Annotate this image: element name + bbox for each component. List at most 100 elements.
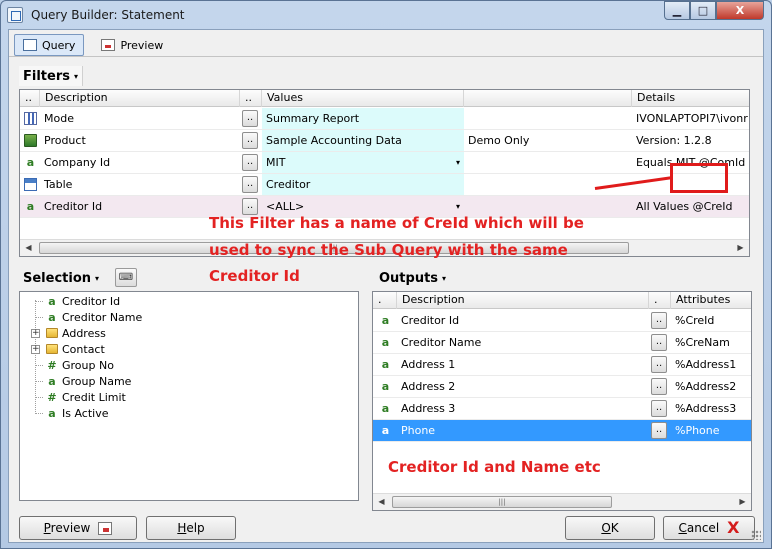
output-attribute: %CreId — [675, 314, 715, 327]
outputs-col-description[interactable]: Description — [397, 292, 649, 309]
text-field-icon: a — [48, 294, 56, 308]
number-field-icon: # — [47, 390, 57, 404]
output-row[interactable]: a Address 2 .. %Address2 — [373, 376, 751, 398]
output-description: Creditor Id — [401, 314, 460, 327]
output-ellipsis-button[interactable]: .. — [651, 422, 667, 439]
filter-ellipsis-button[interactable]: .. — [242, 132, 258, 149]
output-ellipsis-button[interactable]: .. — [651, 356, 667, 373]
help-button[interactable]: Help — [146, 516, 236, 540]
filter-row-mode[interactable]: Mode .. Summary Report IVONLAPTOPI7\ivon… — [20, 108, 749, 130]
expand-contact-button[interactable]: + — [31, 345, 40, 354]
scroll-left-icon[interactable]: ◀ — [20, 240, 37, 256]
outputs-grid-header: . Description . Attributes — [373, 292, 751, 309]
selection-options-button[interactable]: ⌨ — [115, 268, 137, 287]
filter-ellipsis-button[interactable]: .. — [242, 154, 258, 171]
scroll-right-icon[interactable]: ▶ — [732, 240, 749, 256]
tree-item-is-active[interactable]: a Is Active — [46, 405, 108, 421]
output-attribute: %Address3 — [675, 402, 737, 415]
tree-item-label: Credit Limit — [62, 390, 126, 404]
annotation-line-2: used to sync the Sub Query with the same — [209, 241, 568, 259]
filter-ellipsis-button[interactable]: .. — [242, 176, 258, 193]
tree-item-label: Group No — [62, 358, 114, 372]
output-attribute: %Address1 — [675, 358, 737, 371]
ok-button-label: OK — [601, 521, 619, 535]
maximize-button[interactable]: □ — [690, 1, 716, 20]
output-ellipsis-button[interactable]: .. — [651, 400, 667, 417]
filters-col-button[interactable]: .. — [240, 90, 262, 107]
output-row[interactable]: a Creditor Id .. %CreId — [373, 310, 751, 332]
minimize-button[interactable]: ▁ — [664, 1, 690, 20]
filter-value-select[interactable]: MIT — [262, 152, 464, 173]
preview-button[interactable]: Preview — [19, 516, 137, 540]
filters-grid-header: .. Description .. Values Details — [20, 90, 749, 107]
filter-row-table[interactable]: Table .. Creditor — [20, 174, 749, 196]
filters-title[interactable]: Filters ▾ — [19, 66, 83, 86]
resize-grip[interactable] — [751, 530, 761, 540]
filter-ellipsis-button[interactable]: .. — [242, 198, 258, 215]
filter-extra — [464, 108, 632, 129]
filter-row-company-id[interactable]: a Company Id .. MIT ▾ Equals MIT @ComId — [20, 152, 749, 174]
ok-button[interactable]: OK — [565, 516, 655, 540]
output-row[interactable]: a Creditor Name .. %CreNam — [373, 332, 751, 354]
scroll-left-icon[interactable]: ◀ — [373, 494, 390, 510]
title-bar[interactable]: Query Builder: Statement ▁ □ X — [1, 1, 771, 29]
tree-item-creditor-id[interactable]: a Creditor Id — [46, 293, 120, 309]
output-row[interactable]: a Address 1 .. %Address1 — [373, 354, 751, 376]
filters-col-marker[interactable]: .. — [20, 90, 40, 107]
tree-item-address[interactable]: Address — [46, 325, 106, 341]
filter-value[interactable]: Summary Report — [262, 108, 464, 129]
text-field-icon: a — [381, 380, 390, 393]
filter-description: Table — [44, 178, 73, 191]
output-row[interactable]: a Address 3 .. %Address3 — [373, 398, 751, 420]
tab-preview[interactable]: Preview — [92, 34, 173, 56]
scroll-thumb[interactable]: ||| — [392, 496, 612, 508]
output-ellipsis-button[interactable]: .. — [651, 378, 667, 395]
tree-item-group-no[interactable]: # Group No — [46, 357, 114, 373]
output-attribute: %Phone — [675, 424, 720, 437]
tree-item-label: Address — [62, 326, 106, 340]
output-row-selected[interactable]: a Phone .. %Phone — [373, 420, 751, 442]
app-icon — [7, 7, 23, 23]
chevron-down-icon[interactable]: ▾ — [456, 152, 460, 173]
tab-preview-label: Preview — [120, 38, 164, 52]
tab-query[interactable]: Query — [14, 34, 85, 56]
scroll-right-icon[interactable]: ▶ — [734, 494, 751, 510]
outputs-col-marker[interactable]: . — [373, 292, 397, 309]
tree-item-label: Contact — [62, 342, 105, 356]
cancel-x-icon: X — [727, 518, 740, 537]
outputs-col-attributes[interactable]: Attributes — [671, 292, 751, 309]
cancel-button[interactable]: Cancel X — [663, 516, 755, 540]
output-ellipsis-button[interactable]: .. — [651, 334, 667, 351]
filters-title-label: Filters — [23, 68, 70, 84]
text-field-icon: a — [381, 424, 390, 437]
filters-col-description[interactable]: Description — [40, 90, 240, 107]
selection-title[interactable]: Selection ▾ — [19, 268, 103, 288]
annotation-callout-box — [670, 163, 728, 193]
text-field-icon: a — [48, 406, 56, 420]
filters-col-extra[interactable] — [464, 90, 632, 107]
tree-connector — [35, 397, 43, 398]
filter-description: Mode — [44, 112, 74, 125]
output-ellipsis-button[interactable]: .. — [651, 312, 667, 329]
outputs-horizontal-scrollbar[interactable]: ◀ ||| ▶ — [373, 493, 751, 510]
text-field-icon: a — [48, 374, 56, 388]
outputs-title[interactable]: Outputs ▾ — [375, 268, 450, 288]
filter-details: Version: 1.2.8 — [636, 134, 712, 147]
filter-value[interactable]: Sample Accounting Data — [262, 130, 464, 151]
expand-address-button[interactable]: + — [31, 329, 40, 338]
filter-ellipsis-button[interactable]: .. — [242, 110, 258, 127]
tree-connector — [35, 413, 43, 414]
filter-row-product[interactable]: Product .. Sample Accounting Data Demo O… — [20, 130, 749, 152]
tree-item-contact[interactable]: Contact — [46, 341, 105, 357]
tree-item-creditor-name[interactable]: a Creditor Name — [46, 309, 142, 325]
query-icon — [23, 39, 37, 51]
tree-item-group-name[interactable]: a Group Name — [46, 373, 131, 389]
filters-col-details[interactable]: Details — [632, 90, 749, 107]
close-button[interactable]: X — [716, 1, 764, 20]
tree-item-credit-limit[interactable]: # Credit Limit — [46, 389, 126, 405]
filters-col-values[interactable]: Values — [262, 90, 464, 107]
table-icon — [24, 178, 37, 191]
output-description: Address 1 — [401, 358, 456, 371]
filter-value[interactable]: Creditor — [262, 174, 464, 195]
outputs-col-button[interactable]: . — [649, 292, 671, 309]
